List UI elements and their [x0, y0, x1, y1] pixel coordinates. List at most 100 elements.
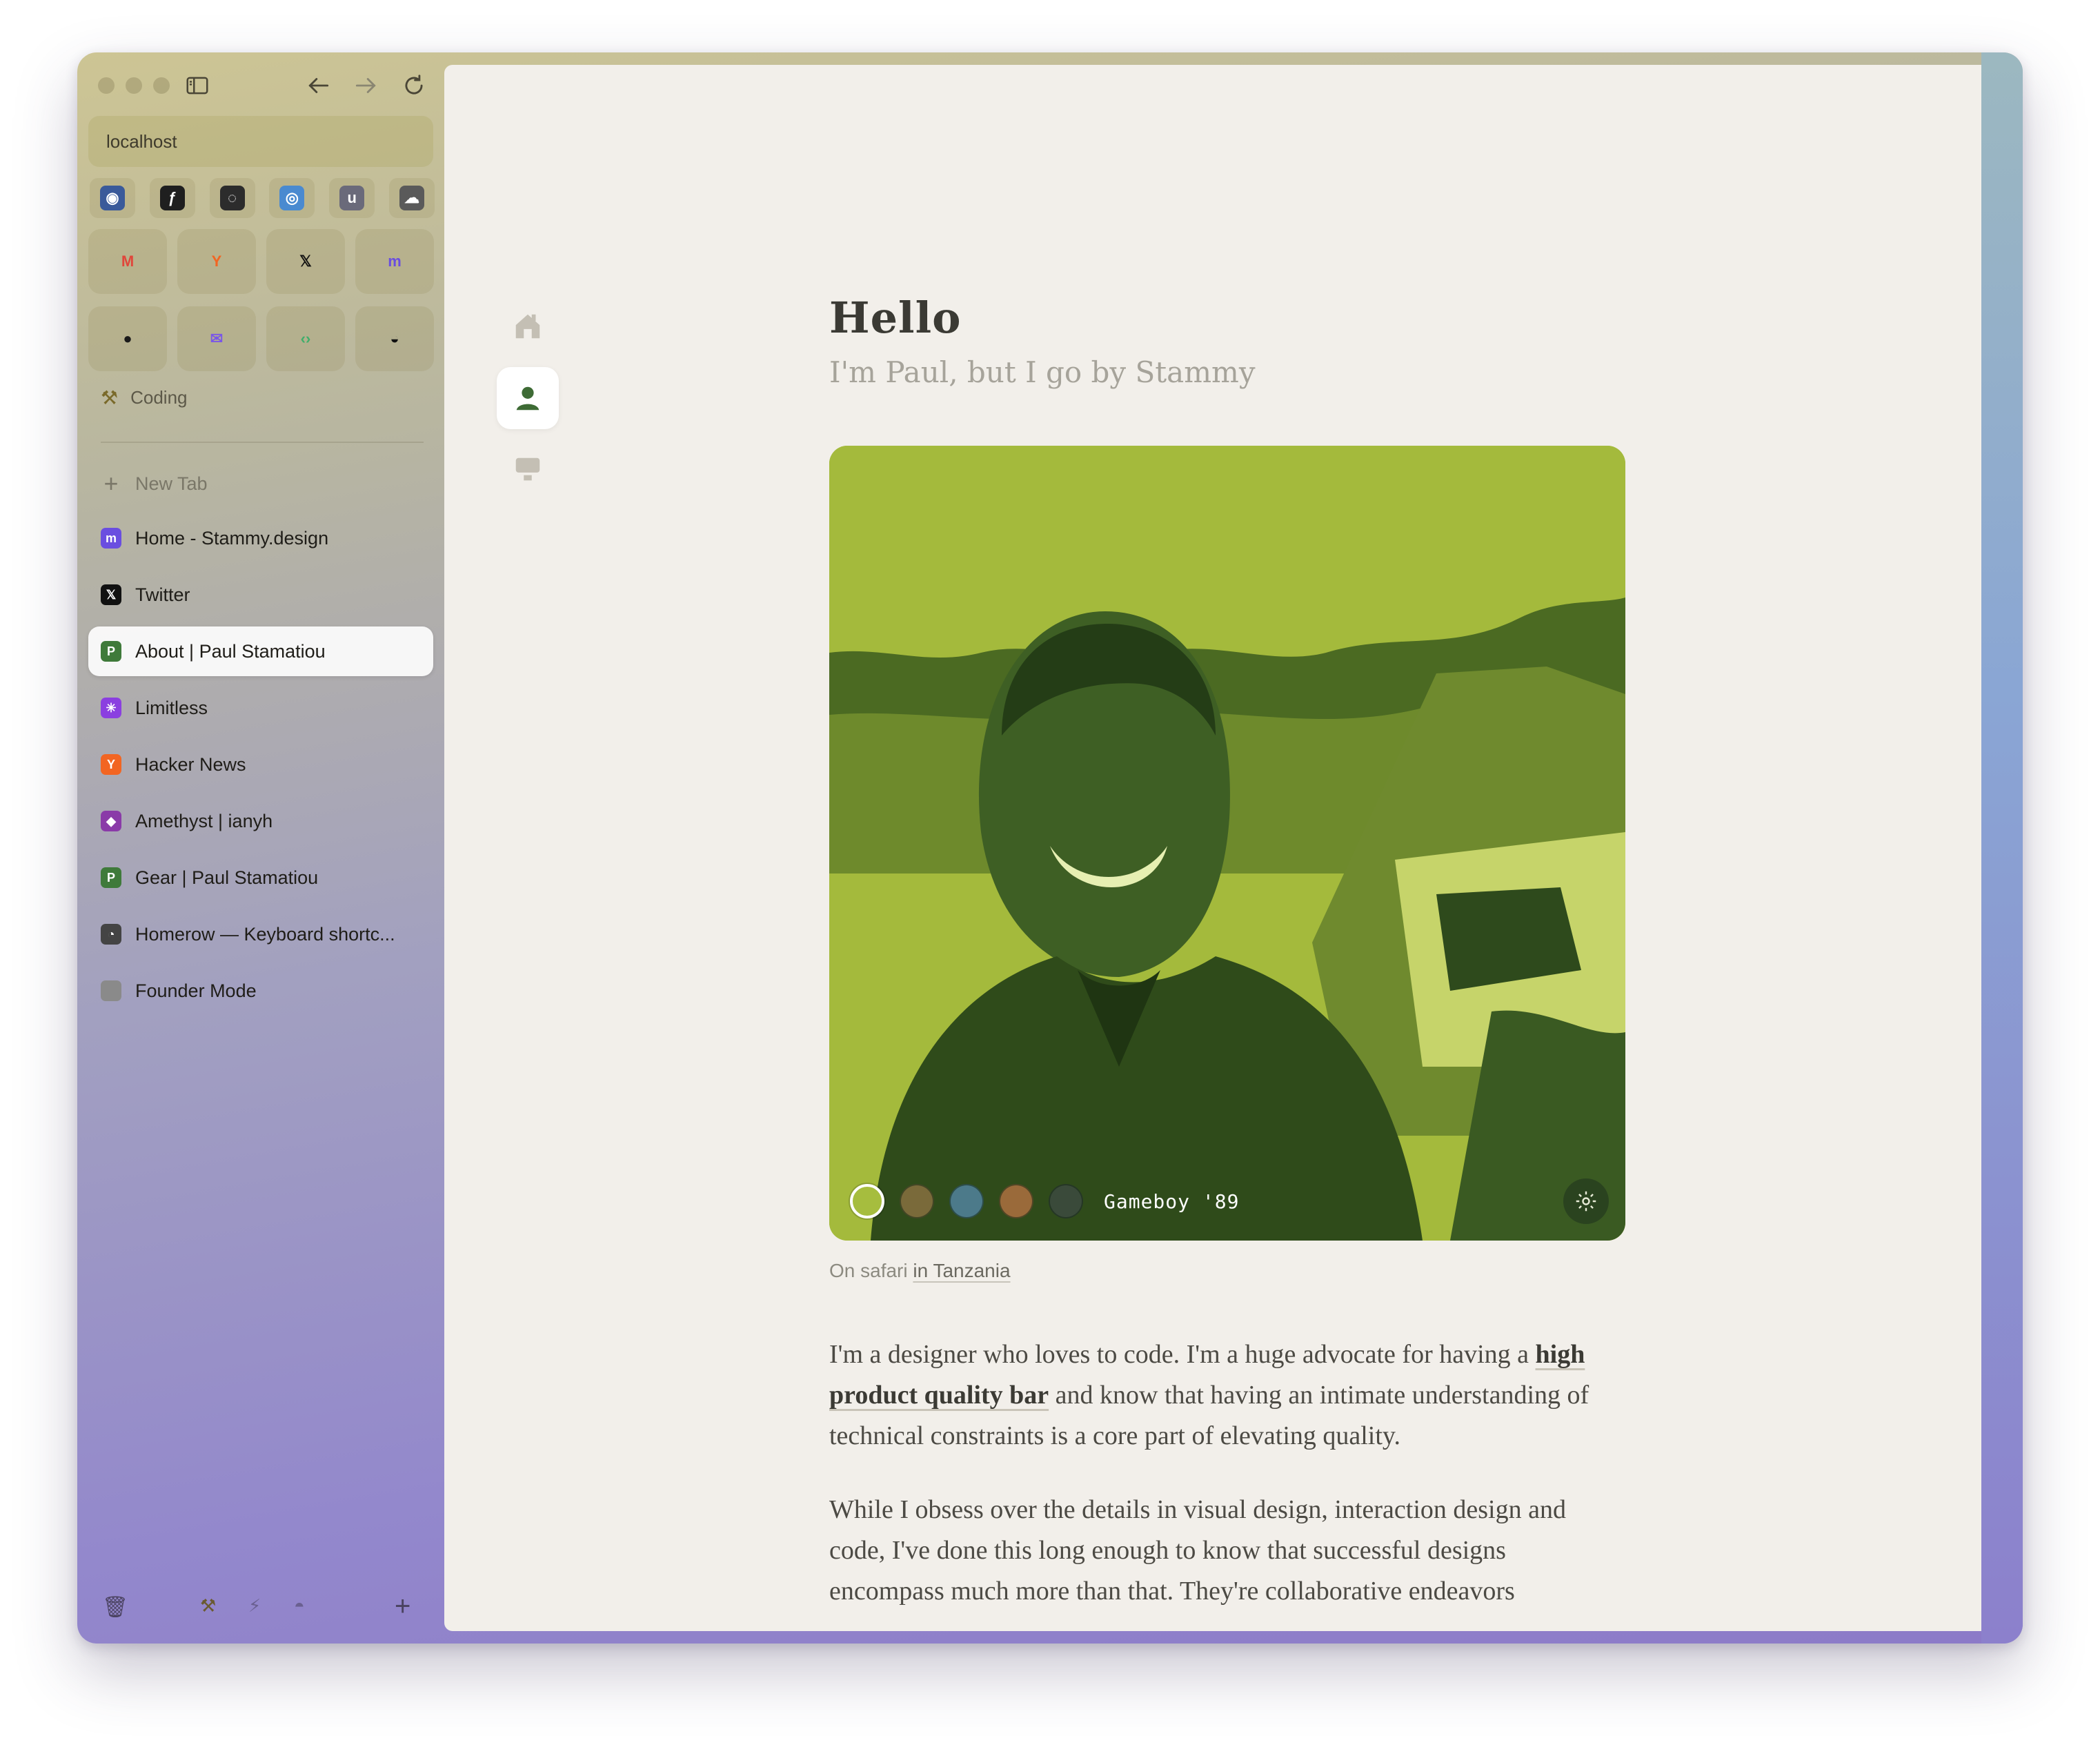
fontface-ninja-icon: ƒ [159, 186, 185, 210]
pinned-tab[interactable]: ‹› [266, 306, 345, 371]
space-turtle-icon[interactable]: ◓ [294, 1595, 305, 1617]
extension-button[interactable]: ◎ [269, 178, 315, 218]
presentation-icon [515, 457, 540, 481]
archive-icon[interactable]: 🗑︎ [102, 1595, 128, 1619]
about-article: Hello I'm Paul, but I go by Stammy Gameb… [829, 293, 1625, 1612]
mastodon-icon: m [101, 528, 121, 549]
new-space-plus-icon[interactable]: + [395, 1591, 410, 1622]
home-icon [515, 314, 540, 339]
photo-settings-button[interactable] [1563, 1178, 1609, 1224]
palette-swatch[interactable] [850, 1184, 884, 1218]
pinned-tab[interactable]: ◒ [355, 306, 434, 371]
palette-swatch[interactable] [1049, 1184, 1083, 1218]
palette-swatch[interactable] [900, 1184, 934, 1218]
tab-item[interactable]: ◆ Amethyst | ianyh [88, 796, 433, 846]
reload-icon[interactable] [399, 70, 429, 101]
tab-item[interactable]: ✳ Limitless [88, 683, 433, 733]
pinned-tab[interactable]: ✉ [177, 306, 256, 371]
plus-icon: + [103, 469, 119, 497]
stamatiou-logo-icon: P [101, 641, 121, 662]
new-tab-label: New Tab [135, 473, 208, 494]
space-bolt-icon[interactable]: ⚡︎ [248, 1595, 261, 1617]
extension-button[interactable]: ◉ [90, 178, 135, 218]
second-paragraph: While I obsess over the details in visua… [829, 1495, 1566, 1606]
url-text: localhost [106, 130, 177, 152]
tab-item[interactable]: m Home - Stammy.design [88, 513, 433, 563]
hacker-news-icon: Y [211, 253, 222, 270]
palette-switcher: Gameboy '89 [850, 1184, 1239, 1218]
tanzania-link[interactable]: in Tanzania [913, 1260, 1010, 1281]
tab-item[interactable]: P Gear | Paul Stamatiou [88, 853, 433, 902]
new-tab-button[interactable]: + New Tab [101, 469, 208, 498]
mail-app-icon: ✉ [210, 330, 224, 347]
tab-list: m Home - Stammy.design 𝕏 Twitter P About | Pa… [88, 513, 433, 1023]
back-arrow-icon[interactable] [304, 70, 334, 101]
photo-caption: On safari in Tanzania [829, 1260, 1625, 1282]
tab-item[interactable]: P About | Paul Stamatiou [88, 626, 433, 676]
forward-arrow-icon[interactable] [350, 70, 381, 101]
tab-title: About | Paul Stamatiou [135, 640, 326, 662]
github-icon: ● [123, 330, 132, 347]
pinned-tab[interactable]: 𝕏 [266, 229, 345, 294]
sidebar-bottom-bar: 🗑︎ ⚒ ⚡︎ ◓ + [97, 1591, 428, 1626]
cloud-icon: ☁ [399, 186, 424, 210]
palette-swatch[interactable] [999, 1184, 1033, 1218]
tab-item[interactable]: 𝕏 Twitter [88, 570, 433, 620]
pinned-tab[interactable]: m [355, 229, 434, 294]
stamatiou-logo-icon: P [101, 867, 121, 888]
pinned-tab[interactable]: ● [88, 306, 167, 371]
x-icon: 𝕏 [299, 253, 312, 270]
window-controls[interactable] [98, 77, 170, 94]
profile-photo: Gameboy '89 [829, 446, 1625, 1241]
tab-item[interactable]: Founder Mode [88, 966, 433, 1016]
palette-swatch[interactable] [949, 1184, 984, 1218]
page-title: Hello [829, 293, 962, 343]
extension-button[interactable]: u [329, 178, 375, 218]
tab-title: Home - Stammy.design [135, 527, 329, 549]
zoom-window-button[interactable] [153, 77, 170, 94]
toggle-sidebar-icon[interactable] [182, 70, 212, 101]
tab-title: Founder Mode [135, 980, 257, 1001]
site-side-nav [497, 295, 559, 511]
gear-icon [1576, 1191, 1596, 1212]
ublock-shield-icon: u [339, 186, 365, 210]
folder-label: Coding [130, 387, 188, 408]
palette-name: Gameboy '89 [1104, 1190, 1240, 1213]
tab-title: Homerow — Keyboard shortc... [135, 923, 395, 945]
caption-text: On safari [829, 1260, 913, 1281]
tab-title: Limitless [135, 697, 208, 718]
minimize-window-button[interactable] [126, 77, 142, 94]
sidebar-divider [101, 442, 424, 443]
tab-title: Twitter [135, 584, 190, 605]
tab-title: Gear | Paul Stamatiou [135, 867, 319, 888]
homerow-icon: ◔ [101, 924, 121, 945]
extension-button[interactable]: ☁ [388, 178, 435, 218]
tab-item[interactable]: ◔ Homerow — Keyboard shortc... [88, 909, 433, 959]
close-window-button[interactable] [98, 77, 115, 94]
page-subtitle: I'm Paul, but I go by Stammy [829, 355, 1256, 389]
pinned-tab[interactable]: M [88, 229, 167, 294]
intro-paragraph: I'm a designer who loves to code. I'm a … [829, 1334, 1625, 1457]
extension-button[interactable]: ƒ [149, 178, 195, 218]
folder-coding[interactable]: ⚒ Coding [101, 386, 188, 409]
extension-button[interactable]: ◌ [209, 178, 255, 218]
amethyst-icon: ◆ [101, 811, 121, 831]
extension-row: ◉ ƒ ◌ ◎ u ☁ [90, 178, 435, 221]
page-icon [101, 980, 121, 1001]
hide-eye-icon: ◌ [219, 186, 245, 210]
nav-presentations[interactable] [497, 439, 559, 501]
browser-sphere-icon: ◎ [279, 186, 305, 210]
tools-icon: ⚒ [101, 387, 119, 408]
nav-home[interactable] [497, 295, 559, 357]
tab-item[interactable]: Y Hacker News [88, 740, 433, 789]
tab-title: Amethyst | ianyh [135, 810, 273, 831]
code-app-icon: ‹› [300, 330, 311, 347]
nav-about[interactable] [497, 367, 559, 429]
intro-text-start: I'm a designer who loves to code. I'm a … [829, 1340, 1536, 1369]
pinned-tab[interactable]: Y [177, 229, 256, 294]
space-tools-icon[interactable]: ⚒ [200, 1595, 216, 1617]
hacker-news-icon: Y [101, 754, 121, 775]
password-manager-icon: ◉ [100, 186, 125, 210]
url-bar[interactable]: localhost [88, 116, 433, 167]
x-icon: 𝕏 [101, 584, 121, 605]
